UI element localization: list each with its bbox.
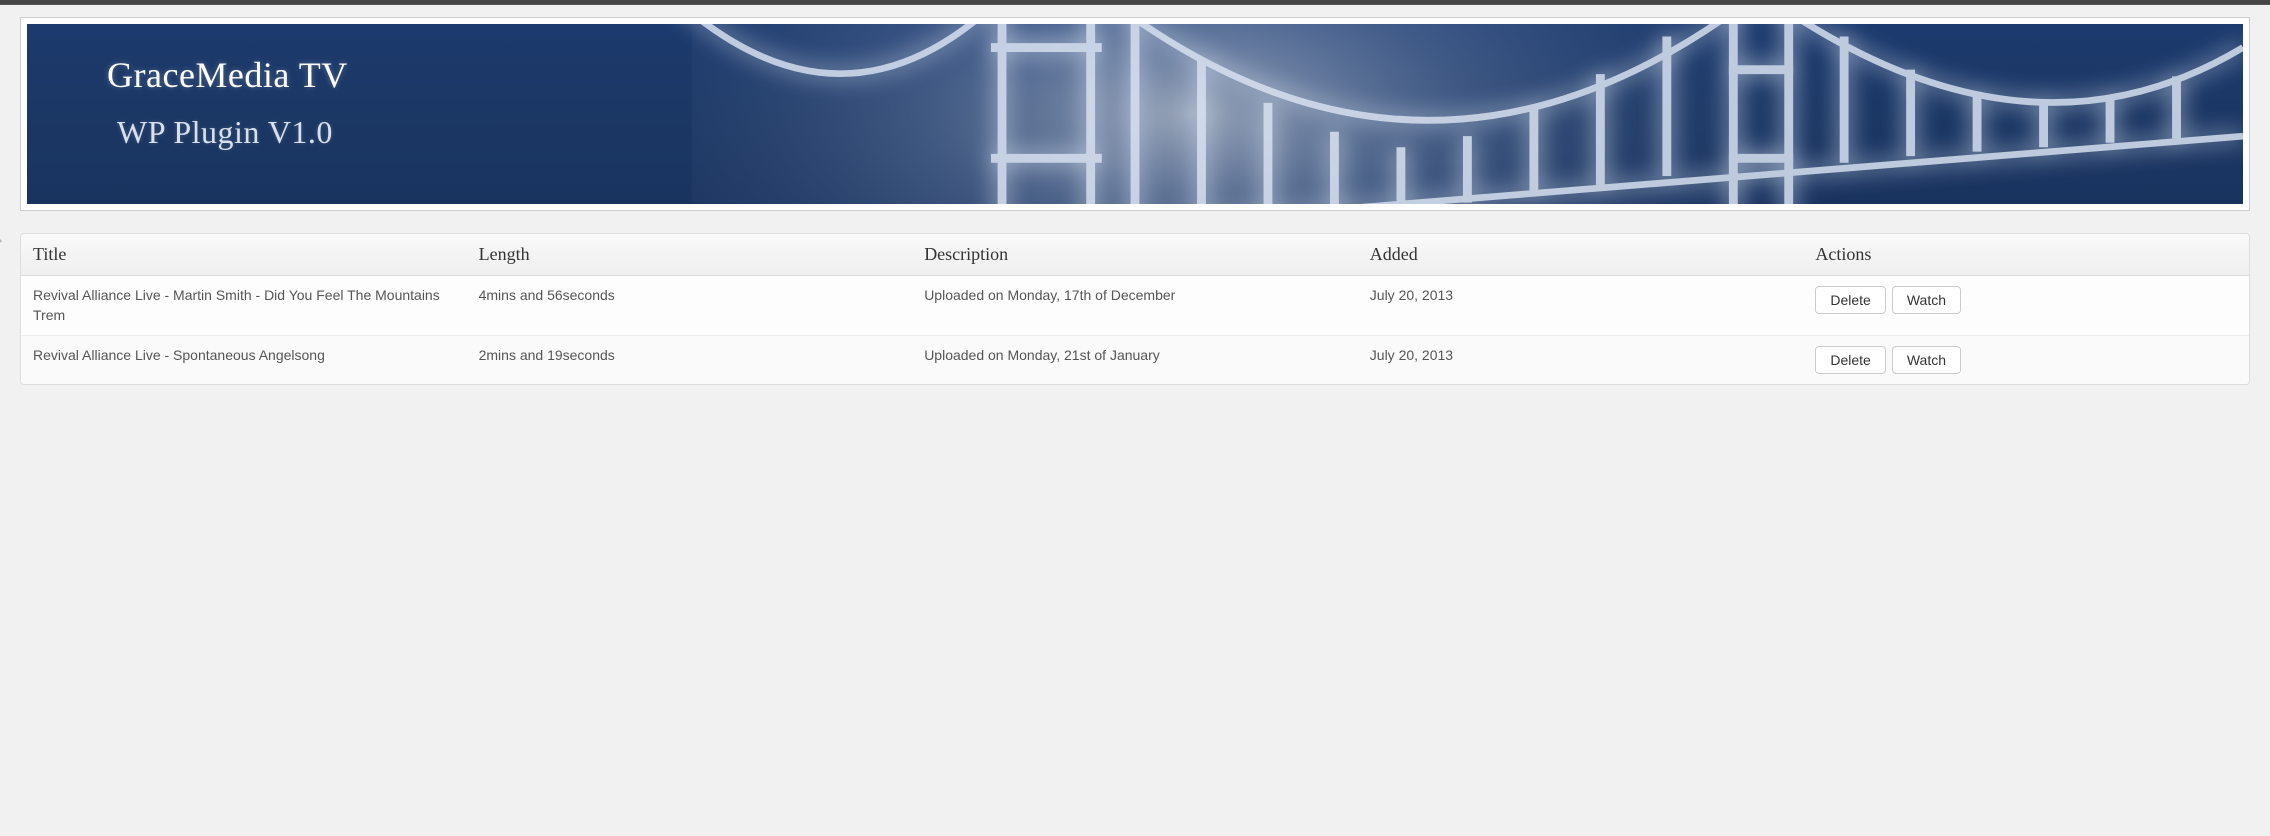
cell-description: Uploaded on Monday, 21st of January [912,336,1358,384]
cell-title: Revival Alliance Live - Spontaneous Ange… [21,336,467,384]
table-header-row: Title Length Description Added Actions [21,234,2249,276]
delete-button[interactable]: Delete [1815,346,1885,374]
cell-added: July 20, 2013 [1358,336,1804,384]
header-added: Added [1358,234,1804,275]
delete-button[interactable]: Delete [1815,286,1885,314]
admin-top-bar [0,0,2270,5]
table-row: Revival Alliance Live - Martin Smith - D… [21,276,2249,336]
cell-length: 4mins and 56seconds [467,276,913,335]
page-content: GraceMedia TV WP Plugin V1.0 Title Lengt… [0,17,2270,425]
cell-description: Uploaded on Monday, 17th of December [912,276,1358,335]
cell-length: 2mins and 19seconds [467,336,913,384]
sidebar-collapse-arrow-icon[interactable] [0,227,2,255]
banner-frame: GraceMedia TV WP Plugin V1.0 [20,17,2250,211]
table-row: Revival Alliance Live - Spontaneous Ange… [21,336,2249,384]
header-title: Title [21,234,467,275]
cell-title: Revival Alliance Live - Martin Smith - D… [21,276,467,335]
header-description: Description [912,234,1358,275]
cell-added: July 20, 2013 [1358,276,1804,335]
banner-subtitle: WP Plugin V1.0 [117,114,333,151]
watch-button[interactable]: Watch [1892,286,1961,314]
media-table: Title Length Description Added Actions R… [20,233,2250,385]
cell-actions: DeleteWatch [1803,336,2249,384]
header-actions: Actions [1803,234,2249,275]
banner-title: GraceMedia TV [107,54,348,96]
watch-button[interactable]: Watch [1892,346,1961,374]
bridge-illustration-icon [27,24,2243,204]
table-body: Revival Alliance Live - Martin Smith - D… [21,276,2249,384]
cell-actions: DeleteWatch [1803,276,2249,335]
header-length: Length [467,234,913,275]
plugin-banner: GraceMedia TV WP Plugin V1.0 [27,24,2243,204]
